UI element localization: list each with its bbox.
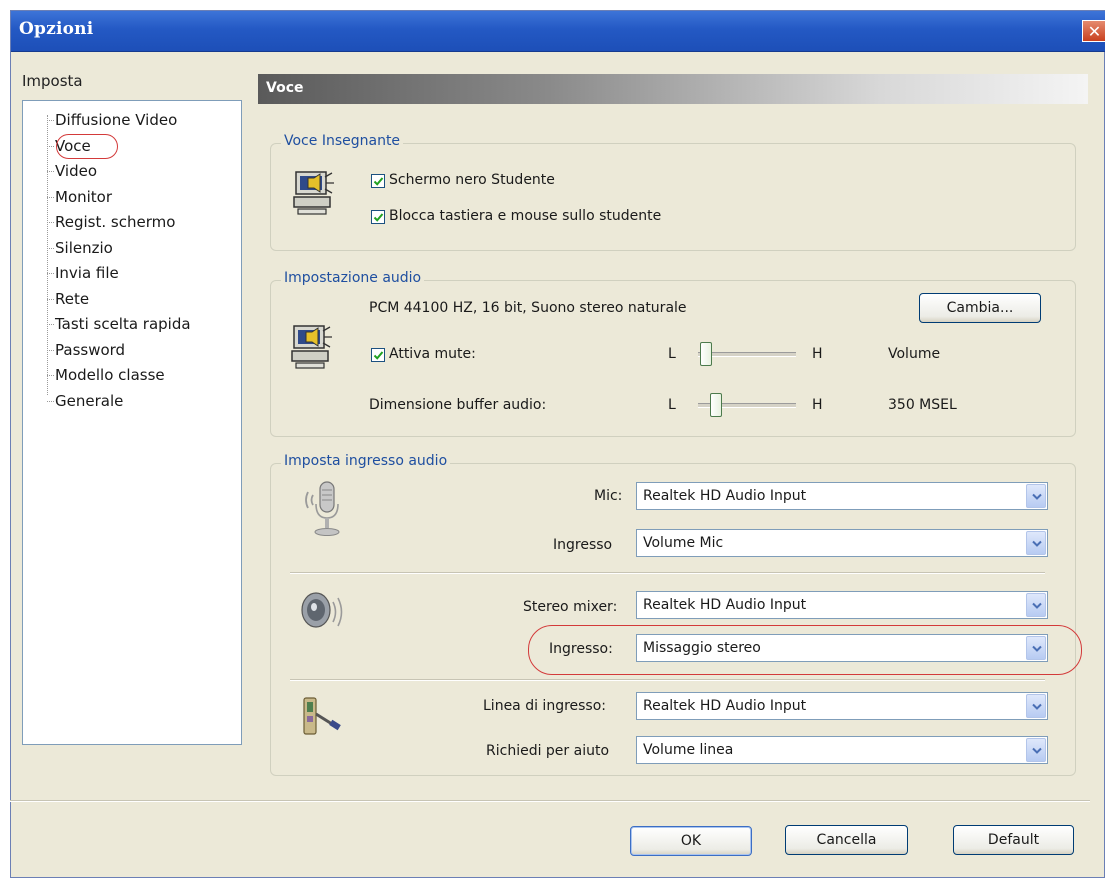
tree-tick xyxy=(47,273,54,274)
tree-item-regist-schermo[interactable]: Regist. schermo xyxy=(55,213,175,231)
mute-checkbox[interactable] xyxy=(371,348,385,362)
tree-item-invia-file[interactable]: Invia file xyxy=(55,264,119,282)
line-in-jack-icon xyxy=(298,692,348,746)
tree-item-silenzio[interactable]: Silenzio xyxy=(55,239,113,257)
tree-tick xyxy=(47,375,54,376)
window-title: Opzioni xyxy=(19,19,94,39)
mute-label: Attiva mute: xyxy=(389,346,476,362)
teacher-voice-group-title: Voce Insegnante xyxy=(281,133,404,149)
change-button[interactable]: Cambia... xyxy=(919,293,1041,323)
tree-tick xyxy=(47,299,54,300)
mic-select-value: Realtek HD Audio Input xyxy=(643,488,807,504)
ok-button[interactable]: OK xyxy=(630,826,752,856)
black-screen-label: Schermo nero Studente xyxy=(389,172,555,188)
volume-high-label: H xyxy=(812,346,823,362)
help-request-select-value: Volume linea xyxy=(643,742,734,758)
footer-divider xyxy=(10,800,1090,802)
audio-settings-group-title: Impostazione audio xyxy=(281,270,425,286)
mic-label: Mic: xyxy=(594,488,623,504)
chevron-down-icon[interactable] xyxy=(1026,484,1046,508)
panel-header: Voce xyxy=(258,74,1088,104)
buffer-slider-thumb[interactable] xyxy=(710,393,722,417)
buffer-high-label: H xyxy=(812,397,823,413)
tree-item-diffusione-video[interactable]: Diffusione Video xyxy=(55,111,177,129)
mic-input-label: Ingresso xyxy=(553,537,613,553)
chevron-down-icon[interactable] xyxy=(1026,738,1046,762)
chevron-down-icon[interactable] xyxy=(1026,694,1046,718)
microphone-icon xyxy=(300,478,352,544)
tree-item-monitor[interactable]: Monitor xyxy=(55,188,112,206)
cancel-button[interactable]: Cancella xyxy=(785,825,908,855)
lock-keyboard-checkbox[interactable] xyxy=(371,210,385,224)
chevron-down-icon[interactable] xyxy=(1026,593,1046,617)
audio-input-group-title: Imposta ingresso audio xyxy=(281,453,451,469)
default-button[interactable]: Default xyxy=(953,825,1074,855)
tree-tick xyxy=(47,248,54,249)
tree-item-modello-classe[interactable]: Modello classe xyxy=(55,366,165,384)
help-request-label: Richiedi per aiuto xyxy=(486,743,610,759)
volume-low-label: L xyxy=(668,346,676,362)
stereo-mixer-label: Stereo mixer: xyxy=(523,599,618,615)
line-in-select-value: Realtek HD Audio Input xyxy=(643,698,807,714)
volume-slider-track xyxy=(698,352,796,357)
separator xyxy=(290,679,1045,681)
tree-tick xyxy=(47,120,54,121)
panel-title: Voce xyxy=(266,80,304,96)
tree-tick xyxy=(47,324,54,325)
computer-speaker-icon xyxy=(290,322,342,374)
tree-item-video[interactable]: Video xyxy=(55,162,97,180)
volume-value: Volume xyxy=(888,346,941,362)
tree-tick xyxy=(47,146,54,147)
tree-tick xyxy=(47,401,54,402)
help-request-select[interactable]: Volume linea xyxy=(636,736,1048,764)
tree-tick xyxy=(47,222,54,223)
chevron-down-icon[interactable] xyxy=(1026,531,1046,555)
tree-item-rete[interactable]: Rete xyxy=(55,290,89,308)
tree-item-password[interactable]: Password xyxy=(55,341,125,359)
buffer-value: 350 MSEL xyxy=(888,397,957,413)
close-icon: ✕ xyxy=(1087,22,1102,41)
mic-input-select[interactable]: Volume Mic xyxy=(636,529,1048,557)
teacher-voice-group xyxy=(270,143,1076,251)
tree-tick xyxy=(47,197,54,198)
line-in-select[interactable]: Realtek HD Audio Input xyxy=(636,692,1048,720)
stereo-mixer-select-value: Realtek HD Audio Input xyxy=(643,597,807,613)
settings-tree: Diffusione Video Voce Video Monitor Regi… xyxy=(22,100,242,745)
tree-tick xyxy=(47,171,54,172)
tree-lines xyxy=(47,115,49,395)
volume-slider-thumb[interactable] xyxy=(700,342,712,366)
audio-format-text: PCM 44100 HZ, 16 bit, Suono stereo natur… xyxy=(369,300,687,316)
title-bar: Opzioni ✕ xyxy=(11,11,1105,52)
separator xyxy=(290,572,1045,574)
tree-tick xyxy=(47,350,54,351)
tree-item-tasti-scelta-rapida[interactable]: Tasti scelta rapida xyxy=(55,315,191,333)
mic-select[interactable]: Realtek HD Audio Input xyxy=(636,482,1048,510)
black-screen-checkbox[interactable] xyxy=(371,174,385,188)
mic-input-select-value: Volume Mic xyxy=(643,535,724,551)
buffer-low-label: L xyxy=(668,397,676,413)
buffer-label: Dimensione buffer audio: xyxy=(369,397,547,413)
teacher-computer-speaker-icon xyxy=(292,168,344,220)
close-button[interactable]: ✕ xyxy=(1082,20,1105,42)
sidebar-label: Imposta xyxy=(22,72,83,90)
tree-item-generale[interactable]: Generale xyxy=(55,392,123,410)
stereo-mixer-select[interactable]: Realtek HD Audio Input xyxy=(636,591,1048,619)
line-in-label: Linea di ingresso: xyxy=(483,698,607,714)
voce-highlight-circle xyxy=(56,134,118,159)
speaker-icon xyxy=(296,588,350,644)
stereo-input-highlight-oval xyxy=(528,625,1082,675)
lock-keyboard-label: Blocca tastiera e mouse sullo studente xyxy=(389,208,662,224)
